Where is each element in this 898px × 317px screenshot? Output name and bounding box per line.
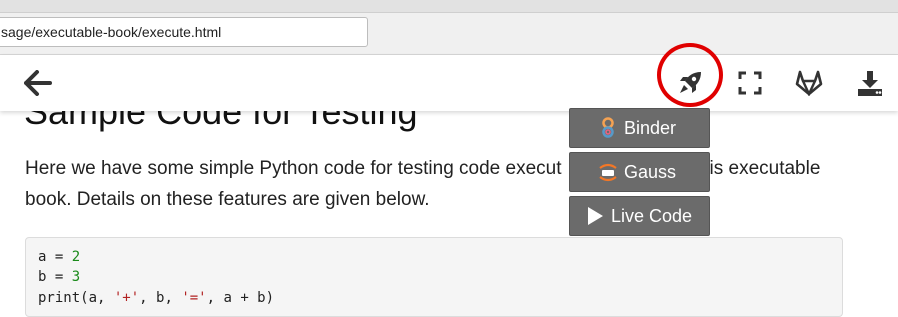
- browser-chrome: sage/executable-book/execute.html: [0, 0, 898, 55]
- gitlab-icon[interactable]: [789, 63, 829, 103]
- highlight-circle: [657, 43, 723, 107]
- binder-icon: [597, 117, 619, 139]
- code-line-3: print(a, '+', b, '=', a + b): [38, 290, 275, 306]
- menu-item-label: Gauss: [624, 161, 677, 182]
- code-line-2: b = 3: [38, 269, 81, 285]
- live-code-button[interactable]: Live Code: [569, 196, 710, 236]
- book-toolbar: [0, 55, 898, 111]
- code-line-1: a = 2: [38, 249, 81, 265]
- download-icon[interactable]: [850, 63, 890, 103]
- intro-text-start: Here we have some simple Python code for…: [25, 158, 562, 179]
- menu-item-label: Binder: [624, 117, 677, 138]
- code-cell[interactable]: a = 2 b = 3 print(a, '+', b, '=', a + b): [25, 237, 843, 317]
- tab-strip: [0, 0, 898, 13]
- launch-binder-button[interactable]: Binder: [569, 108, 710, 148]
- url-text: sage/executable-book/execute.html: [1, 24, 222, 40]
- fullscreen-icon[interactable]: [730, 63, 770, 103]
- address-bar[interactable]: sage/executable-book/execute.html: [0, 17, 368, 47]
- menu-item-label: Live Code: [611, 205, 693, 226]
- jupyterhub-icon: [597, 161, 619, 183]
- launch-gauss-button[interactable]: Gauss: [569, 152, 710, 192]
- play-icon: [584, 205, 606, 227]
- arrow-left-icon[interactable]: [18, 63, 58, 103]
